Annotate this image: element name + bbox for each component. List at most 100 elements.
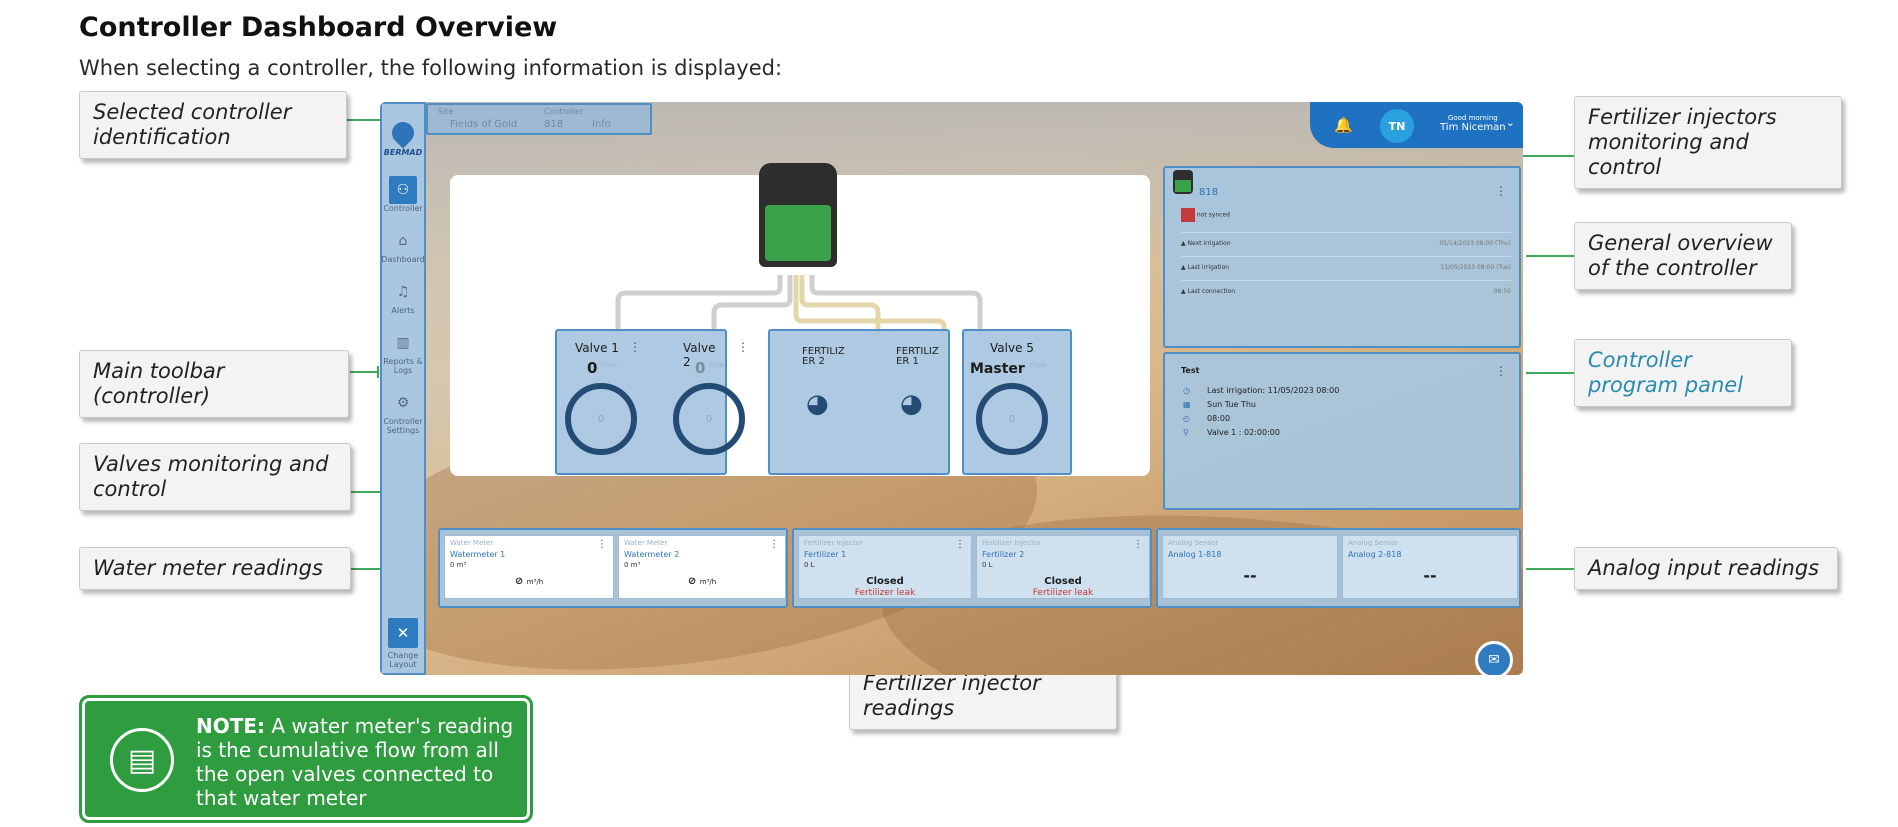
- sync-status: not synced: [1181, 208, 1230, 222]
- analog-sensor-tile[interactable]: Analog Sensor Analog 2-818 --: [1342, 535, 1518, 599]
- nav-label: Controller Settings: [383, 417, 423, 435]
- callout-general: General overview of the controller: [1574, 222, 1792, 290]
- more-options-icon[interactable]: ⋮: [1495, 184, 1507, 198]
- site-value[interactable]: Fields of Gold: [450, 119, 517, 130]
- valve-value: 0: [695, 359, 706, 377]
- leader-general: [1526, 255, 1576, 257]
- note-box: ▤ NOTE: A water meter's reading is the c…: [79, 695, 533, 823]
- more-options-icon[interactable]: ⋮: [1495, 364, 1507, 378]
- row-label: Next irrigation: [1187, 240, 1231, 247]
- tile-value: 0 m³: [624, 561, 641, 569]
- injector-alert: Fertilizer leak: [1032, 588, 1094, 598]
- chevron-down-icon[interactable]: ⌄: [1506, 116, 1515, 129]
- clock-icon: ◴: [1183, 414, 1190, 423]
- program-start-time: 08:00: [1207, 414, 1231, 423]
- more-options-icon[interactable]: ⋮: [955, 539, 965, 550]
- nav-label: Reports & Logs: [383, 357, 423, 375]
- nav-label: Change Layout: [387, 651, 419, 669]
- controller-value[interactable]: 818: [544, 119, 563, 130]
- fertilizer-injector-readings: Fertilizer Injector ⋮ Fertilizer 1 0 L C…: [792, 528, 1152, 608]
- nav-label: Alerts: [391, 306, 415, 315]
- valve-gauge[interactable]: 0: [976, 383, 1048, 455]
- tile-type: Analog Sensor: [1168, 539, 1219, 547]
- valve-gauge[interactable]: 0: [673, 383, 745, 455]
- tile-value: 0 L: [804, 561, 815, 569]
- document-title: Controller Dashboard Overview: [79, 12, 558, 43]
- callout-valves: Valves monitoring and control: [79, 443, 351, 511]
- flow-label: Flow: [709, 361, 725, 369]
- valve-gauge[interactable]: 0: [565, 383, 637, 455]
- more-options-icon[interactable]: ⋮: [597, 539, 607, 550]
- master-label: Master: [970, 361, 1025, 377]
- fertilizer-injectors-group: FERTILIZ ER 2 ◕ FERTILIZ ER 1 ◕: [768, 329, 950, 475]
- site-label: Site: [438, 107, 454, 116]
- overview-row: ▲ Last irrigation 11/05/2023 08:00 (Tue): [1181, 256, 1511, 271]
- water-meter-group: Water Meter ⋮ Watermeter 1 0 m³ ⊘ m³/h W…: [438, 528, 788, 608]
- leader-analog: [1526, 568, 1576, 570]
- tile-type: Fertilizer Injector: [804, 539, 863, 547]
- more-options-icon[interactable]: ⋮: [1133, 539, 1143, 550]
- analog-input-readings: Analog Sensor Analog 1-818 -- Analog Sen…: [1156, 528, 1521, 608]
- nav-controller[interactable]: ⚇ Controller: [381, 176, 425, 213]
- gear-icon: ⚙: [396, 394, 410, 411]
- row-label: Last irrigation: [1187, 264, 1230, 271]
- overview-row: ▲ Last connection 08:50: [1181, 280, 1511, 295]
- nav-settings[interactable]: ⚙ Controller Settings: [381, 389, 425, 436]
- gauge-value: 0: [1008, 413, 1016, 425]
- flow-unit: m³/h: [699, 578, 717, 586]
- fertilizer-bucket-icon[interactable]: ◕: [900, 389, 923, 419]
- controller-device-face: [765, 205, 831, 261]
- network-icon: ⚇: [389, 176, 417, 204]
- avatar[interactable]: TN: [1380, 109, 1414, 143]
- fertilizer-injector-tile[interactable]: Fertilizer Injector ⋮ Fertilizer 2 0 L C…: [976, 535, 1150, 599]
- callout-fert-monitor: Fertilizer injectors monitoring and cont…: [1574, 96, 1842, 189]
- water-meter-tile[interactable]: Water Meter ⋮ Watermeter 1 0 m³ ⊘ m³/h: [444, 535, 614, 599]
- analog-value: --: [1243, 566, 1257, 585]
- valve-icon: ⚲: [1183, 428, 1189, 437]
- app-screenshot: BERMAD ⚇ Controller ⌂ Dashboard ♫ Alerts…: [380, 102, 1523, 675]
- main-toolbar: BERMAD ⚇ Controller ⌂ Dashboard ♫ Alerts…: [380, 102, 426, 675]
- more-options-icon[interactable]: ⋮: [737, 340, 749, 354]
- injector-state: Closed: [1044, 576, 1082, 587]
- water-meter-tile[interactable]: Water Meter ⋮ Watermeter 2 0 m³ ⊘ m³/h: [618, 535, 786, 599]
- home-icon: ⌂: [398, 232, 408, 249]
- analog-sensor-tile[interactable]: Analog Sensor Analog 1-818 --: [1162, 535, 1338, 599]
- tile-type: Water Meter: [624, 539, 668, 547]
- tile-name: Watermeter 2: [624, 550, 680, 559]
- more-options-icon[interactable]: ⋮: [769, 539, 779, 550]
- chat-icon[interactable]: ✉: [1475, 641, 1513, 675]
- fertilizer-name: FERTILIZ ER 2: [802, 346, 845, 367]
- controller-identification[interactable]: Site Fields of Gold Controller 818 Info: [426, 103, 652, 135]
- program-panel[interactable]: Test ⋮ ◷ Last irrigation: 11/05/2023 08:0…: [1163, 352, 1521, 510]
- flow-unit: m³/h: [526, 578, 544, 586]
- controller-thumbnail-face: [1175, 180, 1191, 192]
- info-link[interactable]: Info: [592, 119, 611, 130]
- tile-name: Fertilizer 2: [982, 550, 1025, 559]
- history-icon: ◷: [1183, 386, 1190, 395]
- controller-name: 818: [1199, 187, 1219, 198]
- callout-selected-id: Selected controller identification: [79, 91, 347, 159]
- tile-name: Watermeter 1: [450, 550, 506, 559]
- leader-toolbar-tick: [377, 366, 379, 378]
- callout-program: Controller program panel: [1574, 339, 1792, 407]
- tile-name: Analog 1-818: [1168, 550, 1222, 559]
- bell-icon: ♫: [396, 283, 410, 300]
- tile-value: 0 L: [982, 561, 993, 569]
- fertilizer-injector-tile[interactable]: Fertilizer Injector ⋮ Fertilizer 1 0 L C…: [798, 535, 972, 599]
- program-valve: Valve 1 : 02:00:00: [1207, 428, 1280, 437]
- nav-dashboard[interactable]: ⌂ Dashboard: [381, 227, 425, 265]
- brand-logo: BERMAD: [384, 117, 422, 162]
- overview-row: ▲ Next irrigation 05/14/2023 08:00 (Thu): [1181, 232, 1511, 247]
- callout-analog: Analog input readings: [1574, 547, 1838, 590]
- program-name: Test: [1181, 366, 1200, 375]
- valves-group: Valve 1 ⋮ 0 Flow 0 Valve 2 ⋮ 0 Flow 0: [555, 329, 749, 475]
- change-layout-button[interactable]: ✕ Change Layout: [381, 618, 425, 669]
- callout-water-meter: Water meter readings: [79, 547, 351, 590]
- nav-alerts[interactable]: ♫ Alerts: [381, 278, 425, 316]
- nav-reports[interactable]: ▥ Reports & Logs: [381, 329, 425, 376]
- tile-type: Water Meter: [450, 539, 494, 547]
- more-options-icon[interactable]: ⋮: [629, 340, 641, 354]
- notifications-bell-icon[interactable]: 🔔: [1334, 116, 1353, 134]
- injector-alert: Fertilizer leak: [854, 588, 916, 598]
- fertilizer-bucket-icon[interactable]: ◕: [806, 389, 829, 419]
